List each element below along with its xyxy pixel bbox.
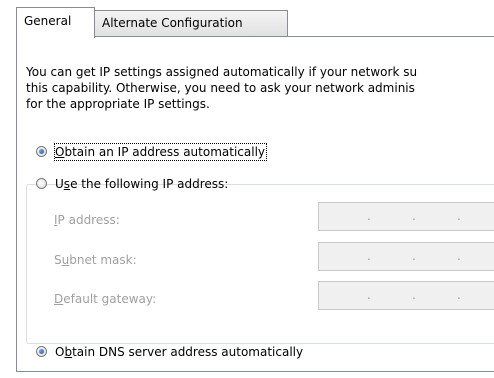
obtain-dns-automatically-radio[interactable]	[36, 346, 47, 357]
tab-alternate-configuration[interactable]: Alternate Configuration	[94, 10, 288, 36]
use-following-ip-label[interactable]: Use the following IP address:	[55, 176, 228, 192]
obtain-ip-automatically-label[interactable]: Obtain an IP address automatically	[53, 143, 268, 161]
static-ip-groupbox: IP address: . . . Subnet mask: . . . Def…	[26, 184, 494, 344]
default-gateway-field[interactable]: . . .	[318, 281, 494, 310]
ip-octet-separator: .	[412, 209, 416, 223]
ip-octet-separator: .	[367, 288, 371, 302]
use-following-ip-option[interactable]: Use the following IP address:	[36, 176, 228, 194]
use-following-ip-radio[interactable]	[36, 178, 47, 189]
ip-address-label: IP address:	[54, 213, 120, 227]
description-text: You can get IP settings assigned automat…	[26, 65, 418, 111]
ip-address-field[interactable]: . . .	[318, 202, 494, 231]
tab-general-label: General	[24, 14, 72, 28]
ip-octet-separator: .	[367, 249, 371, 263]
ip-octet-separator: .	[457, 288, 461, 302]
tcpip-properties-dialog: General Alternate Configuration You can …	[0, 0, 494, 378]
ip-octet-separator: .	[367, 209, 371, 223]
ip-octet-separator: .	[412, 288, 416, 302]
ip-octet-separator: .	[457, 209, 461, 223]
tab-general[interactable]: General	[16, 7, 95, 38]
tab-alternate-label: Alternate Configuration	[102, 16, 243, 30]
ip-octet-separator: .	[457, 249, 461, 263]
obtain-dns-automatically-label[interactable]: Obtain DNS server address automatically	[55, 344, 303, 360]
ip-octet-separator: .	[412, 249, 416, 263]
tab-strip: General Alternate Configuration	[16, 7, 494, 38]
obtain-ip-automatically-radio[interactable]	[36, 146, 47, 157]
subnet-mask-label: Subnet mask:	[54, 253, 137, 267]
default-gateway-label: Default gateway:	[54, 292, 157, 306]
subnet-mask-field[interactable]: . . .	[318, 242, 494, 271]
general-tab-panel: You can get IP settings assigned automat…	[16, 36, 494, 372]
